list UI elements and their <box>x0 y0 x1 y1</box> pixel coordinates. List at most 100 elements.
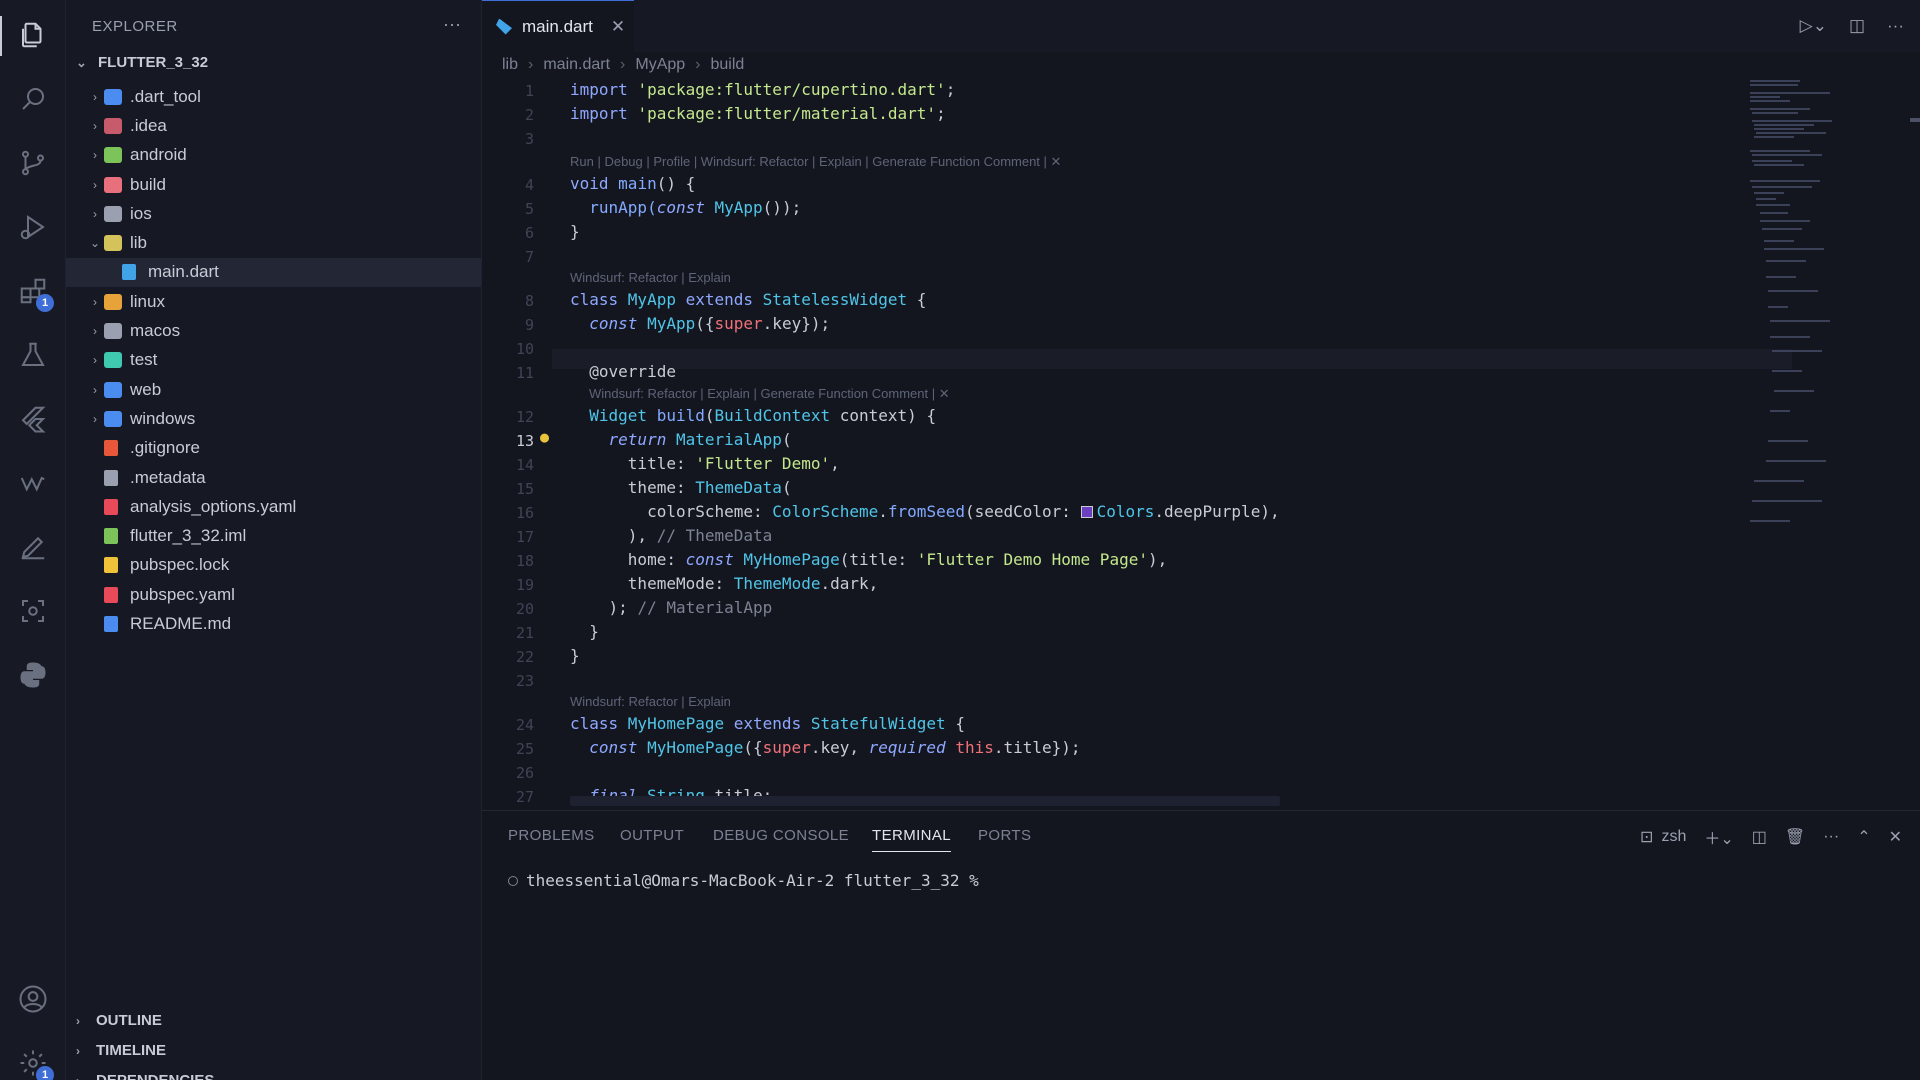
source-control-icon[interactable] <box>14 144 52 182</box>
file-item[interactable]: flutter_3_32.iml <box>66 521 481 550</box>
code-line: @override <box>570 362 676 381</box>
file-item[interactable]: .gitignore <box>66 434 481 463</box>
search-icon[interactable] <box>14 80 52 118</box>
tab-ports[interactable]: PORTS <box>978 827 1031 844</box>
line-number: 23 <box>515 672 534 690</box>
code-line: theme: ThemeData( <box>570 478 792 497</box>
chevron-right-icon: › <box>93 353 97 368</box>
maximize-panel-icon[interactable]: ⌃ <box>1857 827 1870 847</box>
chevron-right-icon: › <box>76 1043 80 1058</box>
run-icon[interactable]: ▷⌄ <box>1800 16 1827 36</box>
code-line: import 'package:flutter/material.dart'; <box>570 104 946 123</box>
color-swatch[interactable] <box>1080 506 1093 518</box>
file-item[interactable]: analysis_options.yaml <box>66 492 481 521</box>
project-root[interactable]: ⌄ FLUTTER_3_32 <box>72 54 208 71</box>
file-item[interactable]: pubspec.yaml <box>66 580 481 609</box>
tree-item-label: .metadata <box>130 467 206 487</box>
code-line: const MyApp({super.key}); <box>570 314 831 333</box>
folder-item[interactable]: › .idea <box>66 111 481 140</box>
file-item[interactable]: README.md <box>66 609 481 638</box>
windsurf-icon[interactable] <box>14 464 52 502</box>
explorer-icon[interactable] <box>14 16 52 54</box>
line-number: 8 <box>524 292 534 310</box>
close-panel-icon[interactable]: ✕ <box>1889 827 1902 847</box>
chevron-right-icon: › <box>93 324 97 339</box>
line-number: 7 <box>524 248 534 266</box>
project-name: FLUTTER_3_32 <box>98 54 209 71</box>
editor-area: main.dart ✕ ▷⌄ ◫ ··· lib › main.dart › M… <box>482 0 1920 810</box>
tree-item-label: web <box>130 379 162 399</box>
line-number: 2 <box>524 106 534 124</box>
extensions-icon[interactable]: 1 <box>14 272 54 312</box>
split-terminal-icon[interactable]: ◫ <box>1752 827 1767 847</box>
tree-item-label: pubspec.yaml <box>130 584 235 604</box>
line-number: 27 <box>515 788 534 806</box>
tree-item-label: .gitignore <box>130 438 200 458</box>
file-item[interactable]: pubspec.lock <box>66 551 481 580</box>
breadcrumb: lib › main.dart › MyApp › build <box>502 56 744 74</box>
python-icon[interactable] <box>14 656 52 694</box>
tab-main-dart[interactable]: main.dart ✕ <box>482 0 634 52</box>
more-icon[interactable]: ··· <box>1887 16 1904 36</box>
new-terminal-icon[interactable]: ＋⌄ <box>1704 825 1733 849</box>
file-item[interactable]: .metadata <box>66 463 481 492</box>
folder-item[interactable]: › ios <box>66 199 481 228</box>
folder-item[interactable]: › windows <box>66 404 481 433</box>
tab-terminal[interactable]: TERMINAL <box>872 827 952 852</box>
folder-item[interactable]: › web <box>66 375 481 404</box>
scan-icon[interactable] <box>14 592 52 630</box>
folder-item[interactable]: › android <box>66 141 481 170</box>
tab-output[interactable]: OUTPUT <box>620 827 684 844</box>
timeline-section[interactable]: › TIMELINE <box>66 1042 481 1059</box>
breadcrumb-lib[interactable]: lib <box>502 56 518 74</box>
settings-icon[interactable]: 1 <box>14 1044 54 1080</box>
line-number: 22 <box>515 648 534 666</box>
tab-debug-console[interactable]: DEBUG CONSOLE <box>713 827 849 844</box>
trash-icon[interactable]: 🗑 <box>1785 827 1805 847</box>
code-line: import 'package:flutter/cupertino.dart'; <box>570 80 956 99</box>
lightbulb-icon[interactable]: ● <box>540 428 549 446</box>
code-lens-myapp[interactable]: Windsurf: Refactor | Explain <box>570 270 731 285</box>
testing-icon[interactable] <box>14 336 52 374</box>
line-number: 1 <box>524 82 534 100</box>
folder-item[interactable]: › .dart_tool <box>66 82 481 111</box>
folder-icon <box>104 147 122 164</box>
line-number: 21 <box>515 624 534 642</box>
account-icon[interactable] <box>14 980 52 1018</box>
code-lens-homepage[interactable]: Windsurf: Refactor | Explain <box>570 694 731 709</box>
file-icon <box>122 264 136 281</box>
code-lens-main[interactable]: Run | Debug | Profile | Windsurf: Refact… <box>570 154 1061 170</box>
tab-problems[interactable]: PROBLEMS <box>508 827 595 844</box>
tab-label: main.dart <box>522 16 593 36</box>
run-debug-icon[interactable] <box>14 208 52 246</box>
chevron-right-icon: › <box>695 56 701 73</box>
file-icon <box>104 469 118 486</box>
folder-item[interactable]: › macos <box>66 316 481 345</box>
more-icon[interactable]: ··· <box>1823 828 1839 846</box>
folder-icon <box>104 410 122 427</box>
minimap[interactable] <box>1740 80 1920 640</box>
breadcrumb-file[interactable]: main.dart <box>543 56 610 74</box>
folder-item[interactable]: › build <box>66 170 481 199</box>
shell-name[interactable]: zsh <box>1661 828 1686 846</box>
code-line: Widget build(BuildContext context) { <box>570 406 937 425</box>
folder-item[interactable]: › linux <box>66 287 481 316</box>
folder-item[interactable]: › test <box>66 346 481 375</box>
more-actions-button[interactable]: ··· <box>443 14 461 35</box>
file-item[interactable]: main.dart <box>66 257 481 288</box>
tree-item-label: README.md <box>130 613 232 633</box>
breadcrumb-method[interactable]: build <box>711 56 745 74</box>
breadcrumb-class[interactable]: MyApp <box>635 56 685 74</box>
horizontal-scrollbar[interactable] <box>570 796 1280 806</box>
code-lens-build[interactable]: Windsurf: Refactor | Explain | Generate … <box>589 386 950 402</box>
outline-section[interactable]: › OUTLINE <box>66 1012 481 1029</box>
edit-icon[interactable] <box>14 528 52 566</box>
split-editor-icon[interactable]: ◫ <box>1849 16 1865 36</box>
line-number: 26 <box>515 764 534 782</box>
flutter-icon[interactable] <box>14 400 52 438</box>
folder-item[interactable]: ⌄ lib <box>66 228 481 257</box>
settings-badge: 1 <box>36 1066 54 1080</box>
dependencies-section[interactable]: › DEPENDENCIES <box>66 1072 481 1080</box>
close-tab-icon[interactable]: ✕ <box>611 17 625 37</box>
terminal-output[interactable]: theessential@Omars-MacBook-Air-2 flutter… <box>508 871 979 890</box>
